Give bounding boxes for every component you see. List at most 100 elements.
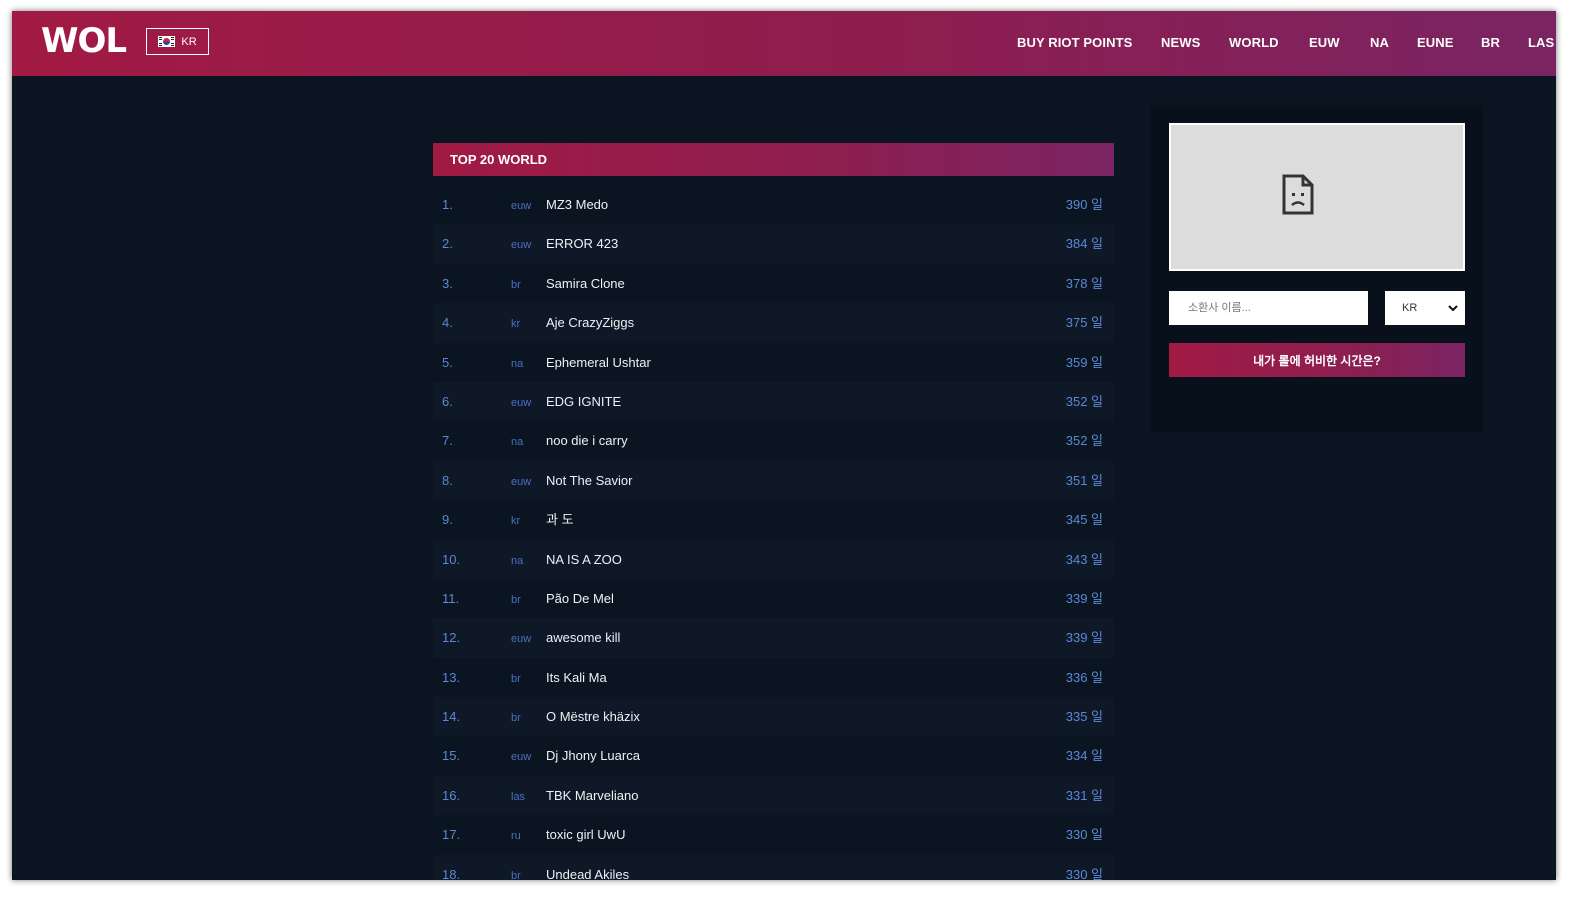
nav-euw[interactable]: EUW bbox=[1309, 35, 1340, 50]
days-played: 351 일 bbox=[1065, 472, 1103, 488]
rank-number: 7. bbox=[442, 433, 453, 449]
region-tag: kr bbox=[511, 515, 521, 528]
ranking-row[interactable]: 7. na noo die i carry 352 일 bbox=[433, 421, 1114, 460]
summoner-name[interactable]: 과 도 bbox=[546, 512, 574, 528]
nav-las[interactable]: LAS bbox=[1528, 35, 1554, 50]
region-tag: na bbox=[511, 436, 524, 449]
region-tag: br bbox=[511, 593, 521, 606]
ranking-row[interactable]: 18. br Undead Akiles 330 일 bbox=[433, 854, 1114, 880]
summoner-name[interactable]: Samira Clone bbox=[546, 276, 625, 292]
submit-button[interactable]: 내가 롤에 허비한 시간은? bbox=[1169, 343, 1465, 377]
ranking-row[interactable]: 11. br Pão De Mel 339 일 bbox=[433, 579, 1114, 618]
summoner-name[interactable]: TBK Marveliano bbox=[546, 788, 638, 804]
region-select[interactable]: KR bbox=[1385, 291, 1465, 325]
summoner-name[interactable]: ERROR 423 bbox=[546, 236, 618, 252]
days-played: 352 일 bbox=[1065, 393, 1103, 409]
summoner-name[interactable]: Ephemeral Ushtar bbox=[546, 355, 651, 371]
ranking-row[interactable]: 8. euw Not The Savior 351 일 bbox=[433, 460, 1114, 501]
ranking-row[interactable]: 12. euw awesome kill 339 일 bbox=[433, 618, 1114, 658]
rank-number: 5. bbox=[442, 354, 453, 370]
region-tag: ru bbox=[511, 830, 521, 843]
broken-document-icon bbox=[1282, 174, 1314, 215]
summoner-name[interactable]: noo die i carry bbox=[546, 433, 628, 449]
days-played: 331 일 bbox=[1065, 787, 1103, 803]
days-played: 335 일 bbox=[1065, 709, 1103, 725]
rank-number: 17. bbox=[442, 827, 461, 843]
summoner-name[interactable]: Not The Savior bbox=[546, 473, 632, 489]
region-tag: br bbox=[511, 712, 521, 725]
nav-world[interactable]: WORLD bbox=[1229, 35, 1279, 50]
rank-number: 9. bbox=[442, 512, 453, 528]
days-played: 359 일 bbox=[1065, 354, 1103, 370]
ranking-row[interactable]: 14. br O Mëstre khäzix 335 일 bbox=[433, 697, 1114, 737]
ranking-row[interactable]: 4. kr Aje CrazyZiggs 375 일 bbox=[433, 303, 1114, 343]
summoner-name[interactable]: NA IS A ZOO bbox=[546, 552, 622, 568]
rank-number: 15. bbox=[442, 748, 461, 764]
summoner-name[interactable]: Its Kali Ma bbox=[546, 670, 607, 686]
region-tag: na bbox=[511, 554, 524, 567]
region-tag: br bbox=[511, 672, 521, 685]
rank-number: 16. bbox=[442, 787, 461, 803]
days-played: 375 일 bbox=[1065, 315, 1103, 331]
rank-number: 11. bbox=[442, 590, 460, 606]
ranking-row[interactable]: 6. euw EDG IGNITE 352 일 bbox=[433, 381, 1114, 422]
panel-title: TOP 20 WORLD bbox=[433, 143, 1114, 176]
days-played: 384 일 bbox=[1065, 236, 1103, 252]
ranking-row[interactable]: 9. kr 과 도 345 일 bbox=[433, 500, 1114, 539]
nav-buy-riot-points[interactable]: BUY RIOT POINTS bbox=[1017, 35, 1132, 50]
region-tag: euw bbox=[511, 751, 532, 764]
ranking-list: 1. euw MZ3 Medo 390 일 2. euw ERROR 423 384 일 3. b… bbox=[433, 185, 1114, 880]
days-played: 334 일 bbox=[1065, 748, 1103, 764]
region-tag: euw bbox=[511, 396, 532, 409]
nav-eune[interactable]: EUNE bbox=[1417, 35, 1454, 50]
rank-number: 3. bbox=[442, 275, 453, 291]
days-played: 330 일 bbox=[1065, 866, 1103, 880]
summoner-name[interactable]: EDG IGNITE bbox=[546, 394, 621, 410]
ranking-row[interactable]: 5. na Ephemeral Ushtar 359 일 bbox=[433, 343, 1114, 382]
ranking-row[interactable]: 15. euw Dj Jhony Luarca 334 일 bbox=[433, 736, 1114, 775]
region-tag: kr bbox=[511, 318, 521, 331]
summoner-name[interactable]: toxic girl UwU bbox=[546, 827, 625, 843]
ranking-row[interactable]: 3. br Samira Clone 378 일 bbox=[433, 264, 1114, 303]
region-tag: euw bbox=[511, 633, 532, 646]
days-played: 378 일 bbox=[1065, 275, 1103, 291]
summoner-name[interactable]: Pão De Mel bbox=[546, 591, 614, 607]
ranking-row[interactable]: 2. euw ERROR 423 384 일 bbox=[433, 224, 1114, 264]
rank-number: 4. bbox=[442, 315, 453, 331]
ranking-row[interactable]: 10. na NA IS A ZOO 343 일 bbox=[433, 539, 1114, 579]
nav-br[interactable]: BR bbox=[1481, 35, 1500, 50]
rank-number: 13. bbox=[442, 669, 461, 685]
summoner-name-input[interactable] bbox=[1169, 291, 1368, 325]
summoner-name[interactable]: Aje CrazyZiggs bbox=[546, 315, 634, 331]
region-tag: euw bbox=[511, 200, 532, 212]
days-played: 339 일 bbox=[1065, 590, 1103, 606]
summoner-name[interactable]: awesome kill bbox=[546, 630, 620, 646]
ranking-row[interactable]: 16. las TBK Marveliano 331 일 bbox=[433, 775, 1114, 816]
rank-number: 12. bbox=[442, 630, 461, 646]
region-tag: euw bbox=[511, 239, 532, 252]
nav-na[interactable]: NA bbox=[1370, 35, 1389, 50]
region-tag: las bbox=[511, 790, 526, 803]
ranking-row[interactable]: 17. ru toxic girl UwU 330 일 bbox=[433, 815, 1114, 854]
days-played: 336 일 bbox=[1065, 669, 1103, 685]
top-nav: BUY RIOT POINTS NEWS WORLD EUW NA EUNE B… bbox=[12, 11, 1556, 76]
ranking-row[interactable]: 1. euw MZ3 Medo 390 일 bbox=[433, 185, 1114, 224]
nav-news[interactable]: NEWS bbox=[1161, 35, 1200, 50]
days-played: 339 일 bbox=[1065, 630, 1103, 646]
summoner-name[interactable]: MZ3 Medo bbox=[546, 197, 608, 213]
days-played: 390 일 bbox=[1065, 197, 1103, 212]
ad-placeholder bbox=[1169, 123, 1465, 271]
chevron-down-icon bbox=[1448, 305, 1458, 312]
summoner-name[interactable]: Dj Jhony Luarca bbox=[546, 748, 640, 764]
ranking-row[interactable]: 13. br Its Kali Ma 336 일 bbox=[433, 658, 1114, 697]
summoner-name[interactable]: Undead Akiles bbox=[546, 867, 629, 880]
days-played: 330 일 bbox=[1065, 827, 1103, 843]
rank-number: 14. bbox=[442, 709, 461, 725]
region-tag: br bbox=[511, 869, 521, 880]
summoner-name[interactable]: O Mëstre khäzix bbox=[546, 709, 640, 725]
region-select-value: KR bbox=[1402, 302, 1418, 314]
top-ranking-panel: TOP 20 WORLD 1. euw MZ3 Medo 390 일 2. euw ERRO… bbox=[433, 143, 1114, 880]
rank-number: 1. bbox=[442, 197, 453, 212]
rank-number: 6. bbox=[442, 393, 453, 409]
site-header: WOL KR BUY RIOT POINTS NEWS WORLD EUW NA… bbox=[12, 11, 1556, 76]
